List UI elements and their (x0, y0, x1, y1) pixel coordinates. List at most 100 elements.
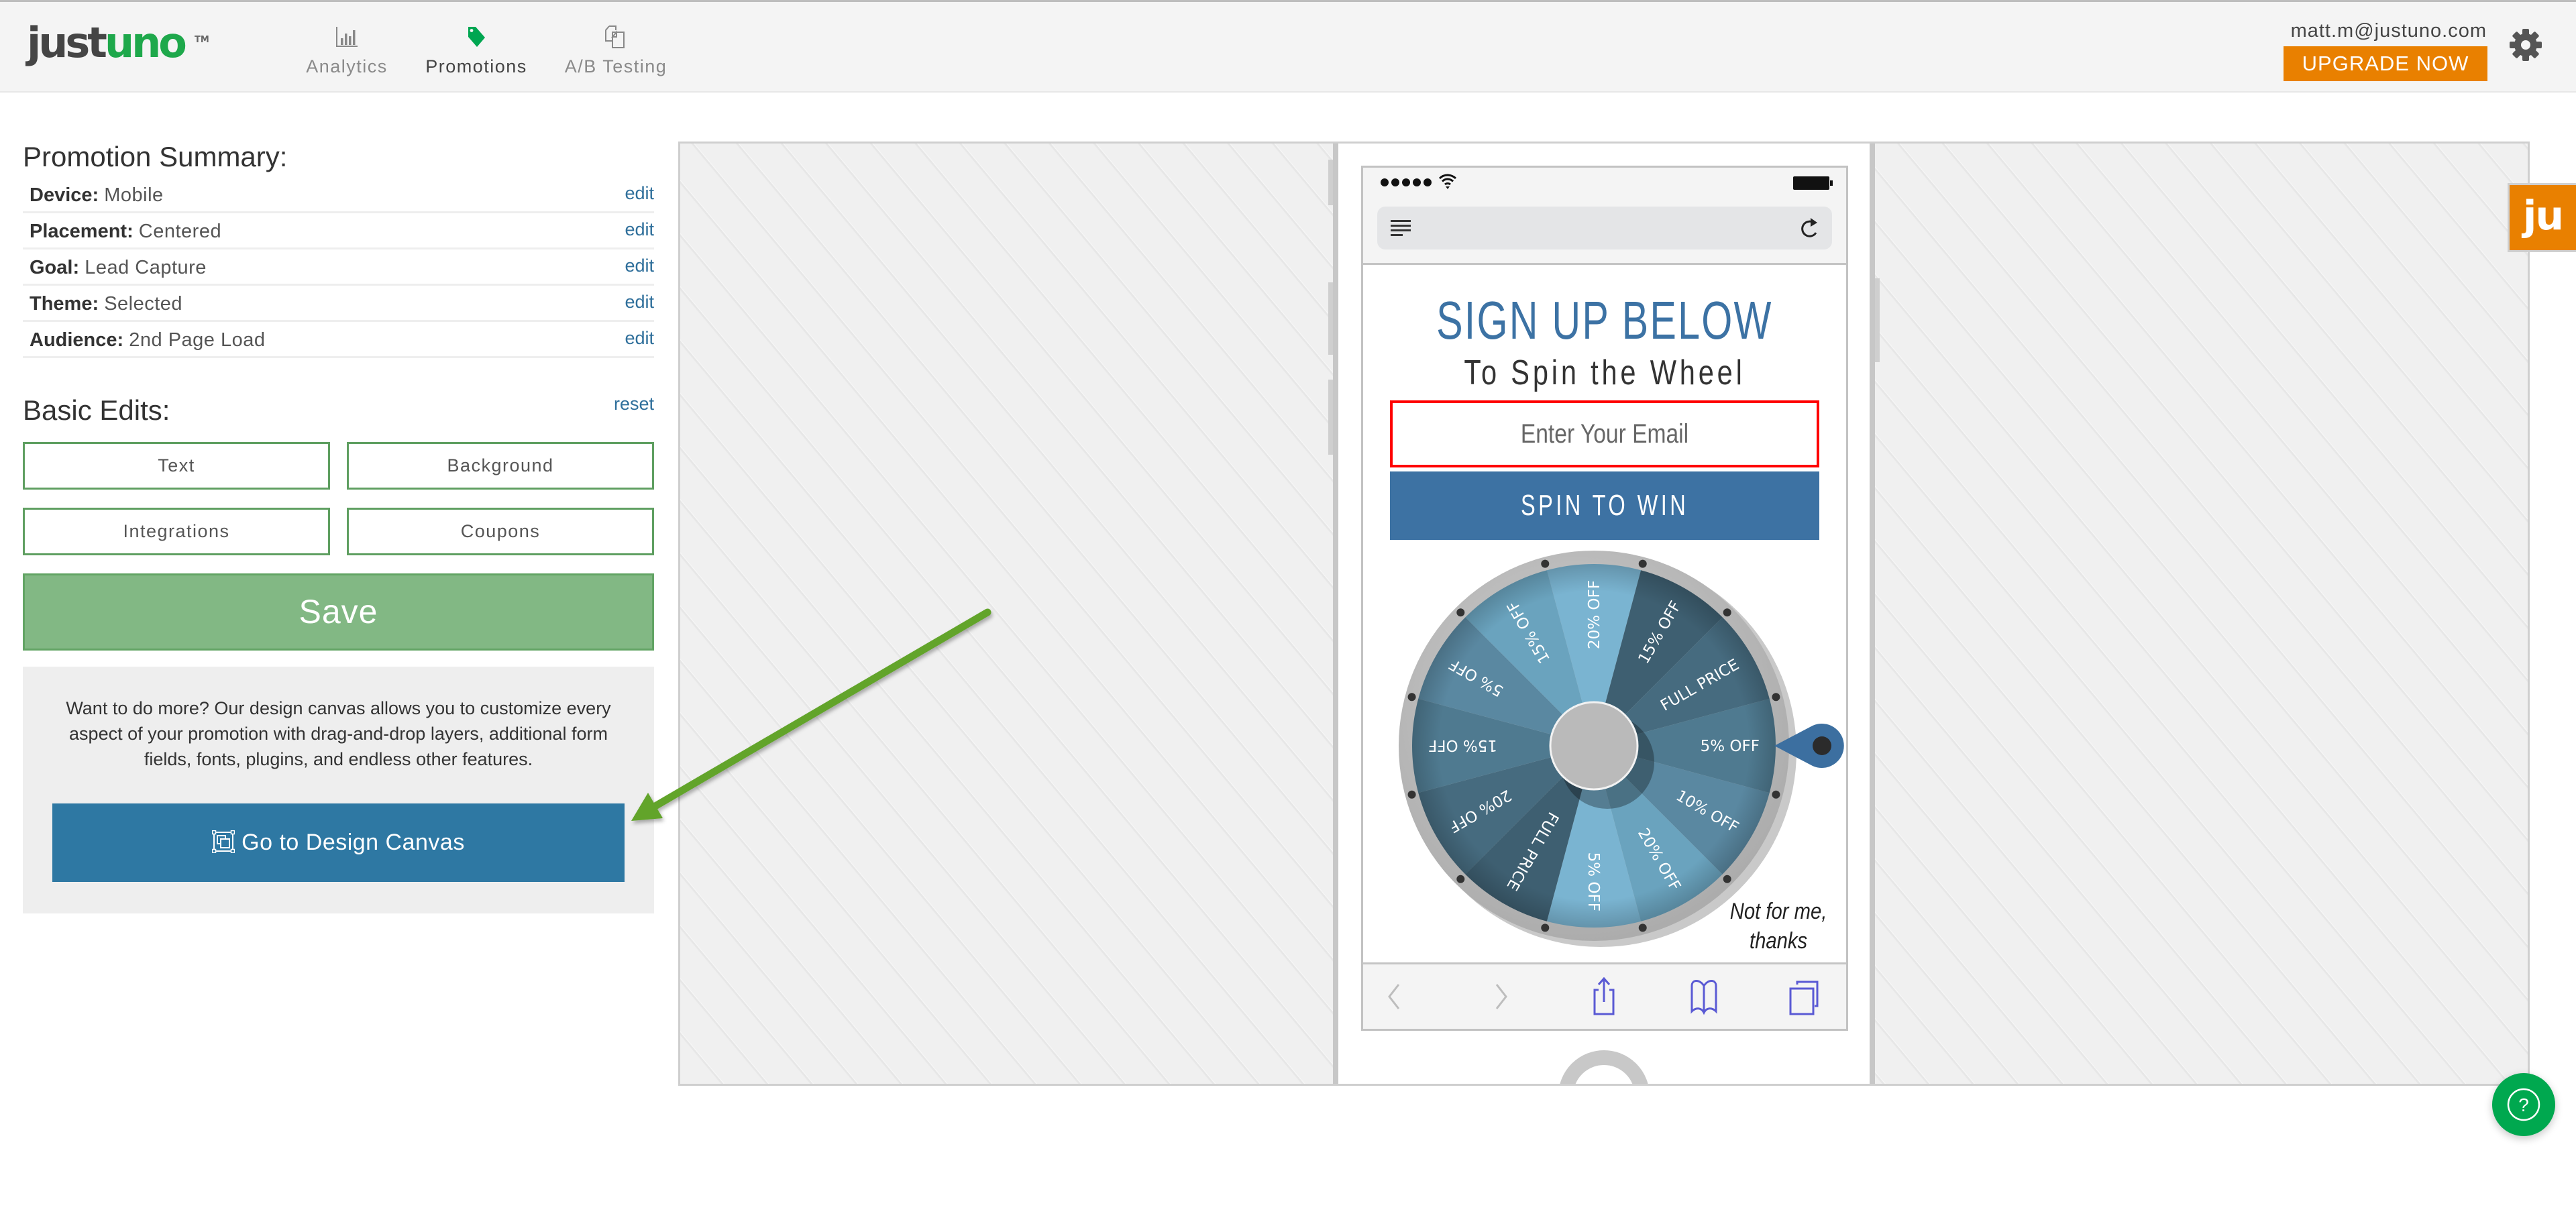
promo-subheadline-text: To Spin the Wheel (1464, 353, 1746, 392)
email-input[interactable]: Enter Your Email (1390, 400, 1819, 467)
go-to-design-canvas-button[interactable]: Go to Design Canvas (52, 803, 625, 882)
spin-to-win-label: SPIN TO WIN (1520, 489, 1689, 522)
nav-analytics[interactable]: Analytics (280, 2, 414, 93)
spin-to-win-button[interactable]: SPIN TO WIN (1390, 471, 1819, 540)
wheel-rim-dot (1772, 693, 1780, 702)
email-placeholder-text: Enter Your Email (1520, 419, 1689, 449)
reload-icon[interactable] (1800, 217, 1820, 239)
preview-canvas: SIGN UP BELOW To Spin the Wheel Enter Yo… (678, 142, 2530, 1086)
summary-label: Device: (30, 184, 99, 206)
save-button[interactable]: Save (23, 573, 654, 651)
wheel-rim-dot (1723, 608, 1731, 617)
upgrade-now-button[interactable]: UPGRADE NOW (2284, 46, 2487, 81)
description-line: fields, fonts, plugins, and endless othe… (144, 749, 533, 769)
summary-value: Selected (104, 293, 183, 315)
bar-chart-icon (336, 27, 358, 47)
wheel-rim-dot (1723, 875, 1731, 883)
wifi-icon (1438, 174, 1457, 189)
summary-value: Lead Capture (85, 257, 207, 278)
wheel-rim-dot (1456, 875, 1465, 883)
summary-value: 2nd Page Load (129, 329, 266, 351)
integrations-button[interactable]: Integrations (23, 508, 330, 555)
trademark-mark: TM (195, 35, 209, 45)
tag-icon (468, 27, 485, 47)
go-to-design-canvas-label: Go to Design Canvas (241, 830, 465, 855)
nav-promotions-label: Promotions (425, 56, 527, 76)
summary-label: Placement: (30, 221, 133, 242)
background-button[interactable]: Background (347, 442, 654, 490)
reset-link[interactable]: reset (614, 393, 654, 414)
edit-placement-link[interactable]: edit (625, 219, 654, 240)
logo-text-green: uno (104, 18, 187, 67)
description-line: Want to do more? Our design canvas allow… (66, 698, 611, 718)
edit-audience-link[interactable]: edit (625, 327, 654, 349)
battery-icon (1793, 176, 1833, 190)
wheel-rim-dot (1772, 790, 1780, 799)
summary-row-audience: Audience: 2nd Page Load edit (23, 322, 654, 358)
browser-toolbar (1363, 962, 1846, 1029)
address-bar[interactable] (1377, 207, 1832, 249)
nav-ab-testing[interactable]: A/B Testing (549, 2, 683, 93)
share-icon[interactable] (1584, 976, 1624, 1017)
decline-line: thanks (1749, 928, 1808, 954)
help-glyph: ? (2518, 1095, 2529, 1115)
back-icon[interactable] (1375, 976, 1415, 1017)
design-canvas-description: Want to do more? Our design canvas allow… (23, 695, 654, 772)
wheel-pointer-pin (1813, 736, 1831, 755)
basic-edits-title: Basic Edits: (23, 394, 170, 426)
wheel-rim-dot (1407, 693, 1416, 702)
wheel-segment-label: 5% OFF (1701, 738, 1760, 755)
email-input-placeholder: Enter Your Email (1393, 403, 1817, 465)
wheel-rim-dot (1541, 559, 1550, 568)
reader-icon[interactable] (1391, 219, 1412, 239)
wheel-rim-dot (1638, 559, 1647, 568)
browser-chrome-top (1363, 168, 1846, 265)
bookmarks-icon[interactable] (1684, 976, 1724, 1017)
phone-mute-button (1328, 160, 1333, 205)
decline-line: Not for me, (1729, 899, 1827, 924)
text-button[interactable]: Text (23, 442, 330, 490)
decline-link[interactable]: Not for me, thanks (1711, 897, 1845, 956)
summary-label: Theme: (30, 293, 99, 315)
summary-value: Centered (138, 221, 222, 242)
summary-label: Goal: (30, 257, 80, 278)
promo-headline: SIGN UP BELOW (1363, 290, 1846, 351)
forward-icon[interactable] (1481, 976, 1521, 1017)
signal-dots-icon (1381, 178, 1432, 186)
wheel-rim-dot (1456, 608, 1465, 617)
promotion-summary-title: Promotion Summary: (23, 141, 288, 172)
summary-row-device: Device: Mobile edit (23, 177, 654, 213)
prize-wheel[interactable]: 20% OFF 15% OFFFULL PRICE5% OFF10% OFF20%… (1390, 542, 1846, 950)
promo-subheadline: To Spin the Wheel (1363, 353, 1846, 393)
justuno-logo[interactable]: justuno TM (27, 22, 209, 76)
wheel-hub (1549, 701, 1639, 791)
edit-goal-link[interactable]: edit (625, 255, 654, 276)
wheel-segment-label: 15% OFF (1428, 736, 1497, 754)
wheel-rim-dot (1407, 790, 1416, 799)
edit-device-link[interactable]: edit (625, 182, 654, 204)
help-button[interactable]: ? (2492, 1073, 2555, 1136)
top-nav-bar: justuno TM Analytics Promotions A/B Test… (0, 0, 2576, 93)
summary-row-goal: Goal: Lead Capture edit (23, 249, 654, 286)
phone-volume-down-button (1328, 380, 1333, 455)
gear-icon[interactable] (2508, 27, 2544, 63)
summary-value: Mobile (104, 184, 164, 206)
nav-analytics-label: Analytics (306, 56, 388, 76)
coupons-button[interactable]: Coupons (347, 508, 654, 555)
edit-theme-link[interactable]: edit (625, 291, 654, 313)
description-line: aspect of your promotion with drag-and-d… (69, 724, 608, 744)
nav-ab-testing-label: A/B Testing (564, 56, 667, 76)
wheel-rim-dot (1638, 924, 1647, 932)
user-email[interactable]: matt.m@justuno.com (2291, 19, 2487, 43)
wheel-segment-label: 20% OFF (1586, 580, 1603, 649)
nav-promotions[interactable]: Promotions (409, 2, 543, 93)
wheel-segment-label: 5% OFF (1585, 852, 1602, 911)
summary-row-theme: Theme: Selected edit (23, 286, 654, 322)
summary-row-placement: Placement: Centered edit (23, 213, 654, 249)
design-canvas-icon (212, 830, 235, 854)
tabs-icon[interactable] (1784, 976, 1824, 1017)
promo-headline-text: SIGN UP BELOW (1436, 290, 1773, 350)
phone-volume-up-button (1328, 282, 1333, 355)
design-canvas-promo: Want to do more? Our design canvas allow… (23, 667, 654, 913)
justuno-side-tab[interactable]: ju (2508, 183, 2576, 252)
